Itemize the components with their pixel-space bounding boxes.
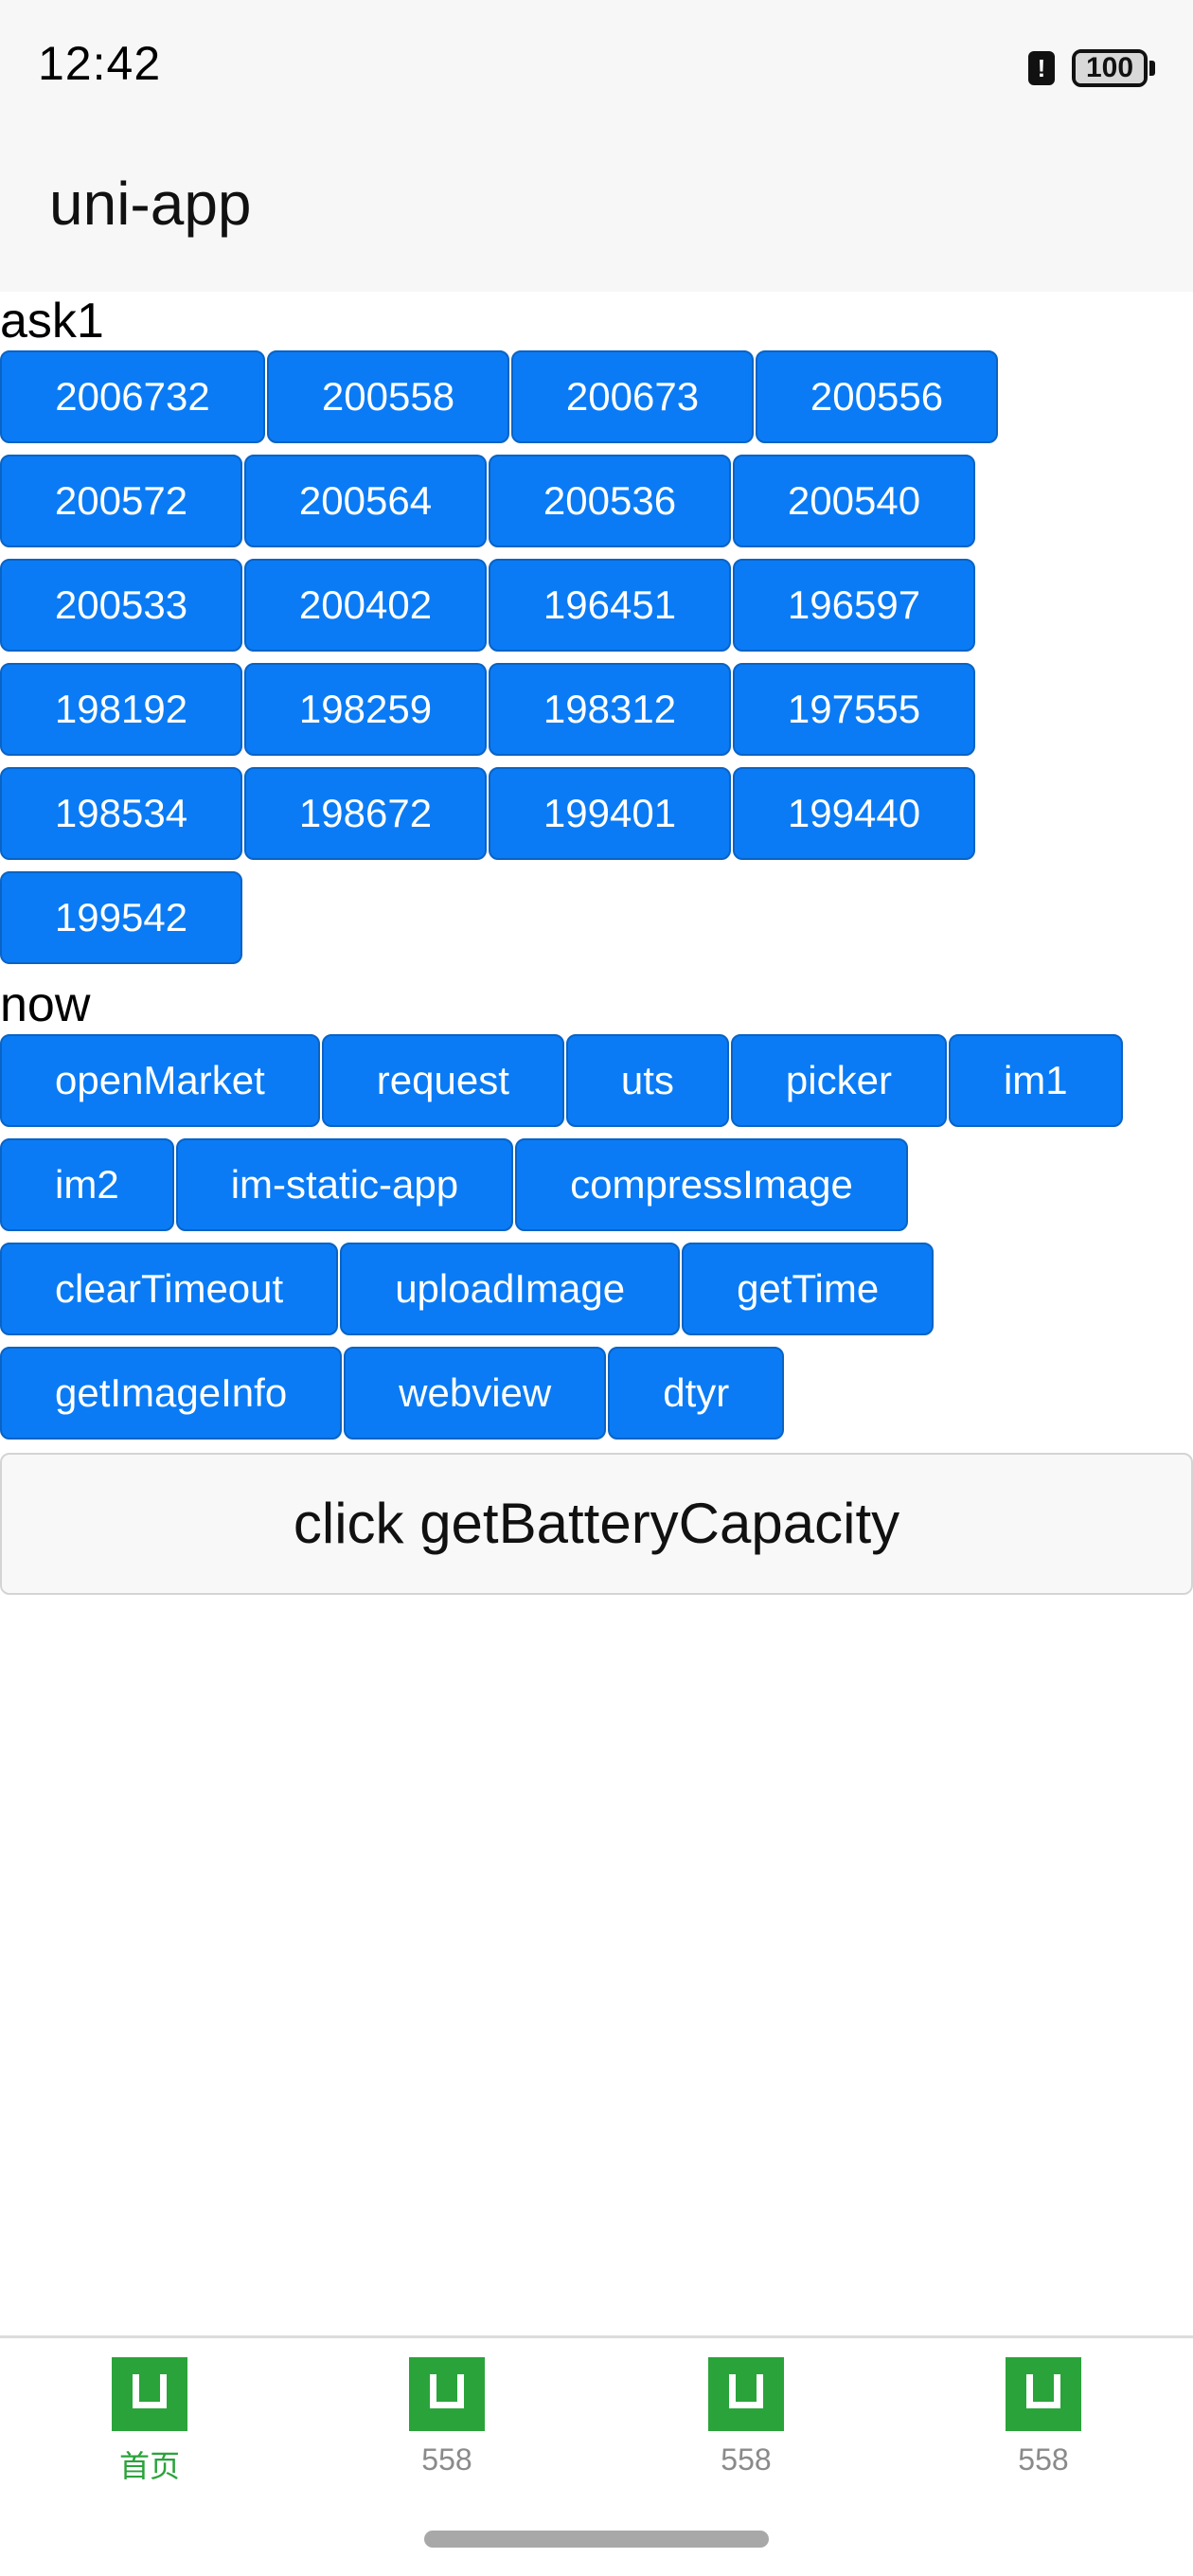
tab-558[interactable]: 558 [651,2357,841,2490]
ask1-button[interactable]: 199440 [733,767,975,860]
ask1-button[interactable]: 200558 [267,350,509,443]
upload-image-button[interactable]: uploadImage [340,1243,681,1335]
tab-label: 558 [721,2442,772,2477]
ask1-button[interactable]: 200673 [511,350,754,443]
tab-558[interactable]: 558 [949,2357,1138,2490]
ask1-button[interactable]: 200540 [733,455,975,547]
ask1-button-group: 2006732 200558 200673 200556 200572 2005… [0,350,1193,975]
battery-icon: 100 [1072,49,1148,87]
uniapp-logo-icon [409,2357,485,2431]
ask1-button[interactable]: 2006732 [0,350,265,443]
ask1-button[interactable]: 198672 [244,767,487,860]
ask1-button[interactable]: 198259 [244,663,487,756]
ask1-button[interactable]: 196451 [489,559,731,652]
ask1-button[interactable]: 198534 [0,767,242,860]
compress-image-button[interactable]: compressImage [515,1138,908,1231]
picker-button[interactable]: picker [730,1034,947,1127]
battery-tip [1149,61,1155,76]
uniapp-logo-icon [1006,2357,1081,2431]
home-indicator[interactable] [424,2531,769,2548]
ask1-button[interactable]: 198192 [0,663,242,756]
now-label: now [0,977,91,1032]
ask1-button[interactable]: 200572 [0,455,242,547]
ask1-button[interactable]: 200402 [244,559,487,652]
uniapp-logo-icon [708,2357,784,2431]
ask1-button[interactable]: 197555 [733,663,975,756]
im2-button[interactable]: im2 [0,1138,174,1231]
ask1-button[interactable]: 200564 [244,455,487,547]
ask1-label: ask1 [0,294,104,349]
status-bar: 12:42 ! 100 [0,0,1193,133]
alert-icon: ! [1028,51,1055,85]
im-static-app-button[interactable]: im-static-app [175,1138,514,1231]
tab-home[interactable]: 首页 [55,2357,244,2490]
request-button[interactable]: request [321,1034,564,1127]
ask1-button[interactable]: 196597 [733,559,975,652]
uts-button[interactable]: uts [565,1034,729,1127]
ask1-button[interactable]: 200556 [756,350,998,443]
page-title: uni-app [49,170,252,238]
tab-label: 558 [421,2442,472,2477]
tab-558[interactable]: 558 [352,2357,542,2490]
ask1-button[interactable]: 200536 [489,455,731,547]
status-time: 12:42 [38,37,162,90]
ask1-button[interactable]: 199401 [489,767,731,860]
dtyr-button[interactable]: dtyr [608,1347,785,1440]
now-button-group: openMarket request uts picker im1 im2 im… [0,1034,1193,1451]
im1-button[interactable]: im1 [948,1034,1123,1127]
get-battery-capacity-button[interactable]: click getBatteryCapacity [0,1453,1193,1595]
ask1-button[interactable]: 198312 [489,663,731,756]
navigation-bar: uni-app [0,133,1193,292]
tab-label: 首页 [118,2448,180,2484]
open-market-button[interactable]: openMarket [0,1034,320,1127]
main-content: ask1 2006732 200558 200673 200556 200572… [0,292,1193,1595]
clear-timeout-button[interactable]: clearTimeout [0,1243,339,1335]
ask1-button[interactable]: 199542 [0,871,242,964]
battery-level: 100 [1076,53,1144,83]
ask1-button[interactable]: 200533 [0,559,242,652]
tab-label: 558 [1018,2442,1069,2477]
webview-button[interactable]: webview [344,1347,607,1440]
get-image-info-button[interactable]: getImageInfo [0,1347,343,1440]
uniapp-logo-icon [112,2357,187,2431]
get-time-button[interactable]: getTime [682,1243,935,1335]
